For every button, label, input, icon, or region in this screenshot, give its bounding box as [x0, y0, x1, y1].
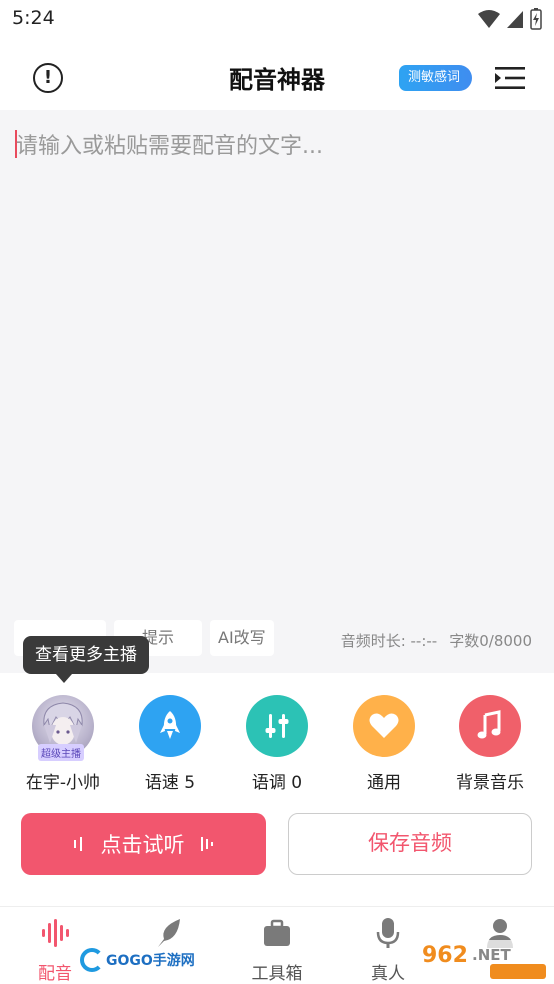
speed-option[interactable]: 语速 5 [117, 695, 223, 793]
briefcase-icon [264, 919, 290, 946]
equalizer-icon [265, 714, 289, 738]
speed-circle [139, 695, 201, 757]
dubbing-text-input[interactable] [16, 128, 536, 608]
listen-button[interactable]: 点击试听 [21, 813, 266, 875]
tooltip-arrow [56, 674, 72, 683]
audio-info: 音频时长: --:-- 字数0/8000 [341, 630, 532, 651]
pitch-option[interactable]: 语调 0 [224, 695, 330, 793]
audio-duration: 音频时长: --:-- [340, 632, 438, 650]
app-header: ! 配音神器 测敏感词 [0, 38, 554, 110]
sound-wave-right-icon [200, 837, 213, 851]
status-icons [478, 8, 542, 30]
bgm-label: 背景音乐 [456, 773, 524, 793]
pitch-circle [246, 695, 308, 757]
super-host-badge: 超级主播 [38, 744, 84, 761]
status-time: 5:24 [12, 7, 55, 29]
962-watermark-logo: 962 .NET [416, 940, 550, 980]
list-menu-icon[interactable] [495, 65, 525, 91]
nav-item-toolbox[interactable]: 工具箱 [227, 917, 327, 984]
microphone-icon [376, 918, 400, 948]
battery-icon [530, 8, 542, 30]
ai-rewrite-chip[interactable]: AI改写 [210, 620, 274, 656]
voice-avatar: 超级主播 [32, 695, 94, 761]
text-editor-area: 提示 AI改写 音频时长: --:--字数0/8000 [0, 110, 554, 673]
gogo-logo-icon [80, 948, 104, 972]
bgm-circle [459, 695, 521, 757]
gogo-watermark-text: GOGO手游网 [106, 953, 195, 969]
voice-options-row: 超级主播 在宇-小帅 语速 5 语调 0 通用 背景音乐 [0, 690, 554, 800]
feather-icon [158, 919, 180, 947]
svg-text:962: 962 [422, 943, 468, 968]
music-note-icon [477, 710, 501, 739]
waveform-icon [42, 919, 69, 947]
nav-label-toolbox: 工具箱 [251, 964, 303, 984]
char-count: 字数0/8000 [449, 632, 532, 650]
style-label: 通用 [367, 773, 401, 793]
listen-label: 点击试听 [100, 833, 185, 857]
heart-icon [369, 713, 399, 738]
more-voices-tooltip[interactable]: 查看更多主播 [23, 636, 149, 674]
voice-selector[interactable]: 超级主播 在宇-小帅 [10, 695, 116, 793]
speed-label: 语速 5 [144, 773, 196, 793]
gogo-watermark: GOGO手游网 [80, 946, 195, 974]
pitch-label: 语调 0 [251, 773, 303, 793]
signal-icon [507, 11, 523, 28]
status-bar: 5:24 [0, 0, 554, 38]
svg-text:.NET: .NET [472, 946, 511, 964]
style-option[interactable]: 通用 [331, 695, 437, 793]
bgm-option[interactable]: 背景音乐 [437, 695, 543, 793]
sensitive-words-button[interactable]: 测敏感词 [399, 65, 473, 91]
sound-wave-left-icon [73, 837, 82, 851]
rocket-icon [160, 711, 180, 739]
voice-name: 在宇-小帅 [25, 773, 101, 793]
wifi-icon [478, 10, 500, 28]
style-circle [353, 695, 415, 757]
save-audio-button[interactable]: 保存音频 [288, 813, 532, 875]
